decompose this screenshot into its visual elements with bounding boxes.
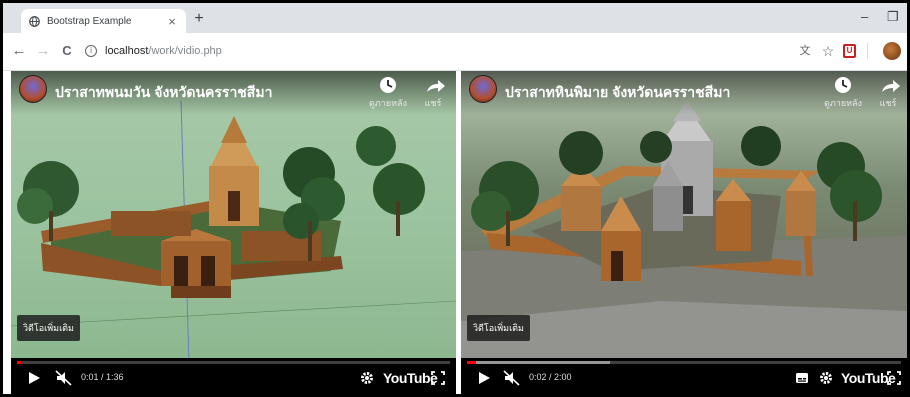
played-fill <box>467 361 476 364</box>
channel-avatar[interactable] <box>469 75 497 103</box>
more-videos-button[interactable]: วิดีโอเพิ่มเติม <box>17 315 80 341</box>
mute-icon[interactable] <box>503 370 521 386</box>
subtitles-icon[interactable] <box>795 370 809 386</box>
fullscreen-icon[interactable] <box>887 370 901 386</box>
buffer-fill <box>467 361 611 364</box>
new-tab-button[interactable]: + <box>191 11 207 27</box>
watch-later-label: ดูภายหลัง <box>824 98 862 108</box>
restore-button[interactable]: ❐ <box>887 9 899 25</box>
share-button[interactable]: แชร์ <box>866 75 907 110</box>
share-arrow-icon <box>427 80 445 92</box>
url-path: /work/vidio.php <box>148 45 222 57</box>
watch-later-label: ดูภายหลัง <box>369 98 407 108</box>
play-icon[interactable] <box>477 370 491 386</box>
fullscreen-icon[interactable] <box>431 370 445 386</box>
play-icon[interactable] <box>27 370 41 386</box>
progress-bar[interactable] <box>467 361 901 364</box>
share-label: แชร์ <box>424 98 442 108</box>
time-display: 0:01 / 1:36 <box>81 372 124 382</box>
bookmark-star-icon[interactable]: ☆ <box>821 44 835 58</box>
browser-window: Bootstrap Example × + – ❐ ← → C i localh… <box>0 0 910 397</box>
toolbar-divider <box>867 43 868 59</box>
share-label: แชร์ <box>879 98 897 108</box>
played-fill <box>17 361 22 364</box>
share-arrow-icon <box>882 80 900 92</box>
video-player-phimai[interactable]: ปราสาทหินพิมาย จังหวัดนครราชสีมา ดูภายหล… <box>461 71 907 394</box>
extension-icon[interactable]: U <box>843 44 856 58</box>
globe-icon <box>29 15 40 27</box>
share-button[interactable]: แชร์ <box>411 75 455 110</box>
clock-icon <box>380 77 396 93</box>
clock-icon <box>835 77 851 93</box>
browser-tab[interactable]: Bootstrap Example × <box>21 9 186 33</box>
profile-avatar[interactable] <box>883 42 901 60</box>
video-player-phanom-wan[interactable]: ปราสาทพนมวัน จังหวัดนครราชสีมา ดูภายหลัง… <box>11 71 456 394</box>
settings-gear-icon[interactable] <box>360 370 374 386</box>
tab-title: Bootstrap Example <box>47 15 132 27</box>
watch-later-button[interactable]: ดูภายหลัง <box>366 75 410 110</box>
tab-strip: Bootstrap Example × + – ❐ <box>3 3 907 33</box>
player-controls: 0:01 / 1:36 YouTube <box>11 358 456 394</box>
watch-later-button[interactable]: ดูภายหลัง <box>821 75 865 110</box>
reload-button[interactable]: C <box>59 43 75 59</box>
address-bar[interactable]: i localhost/work/vidio.php <box>85 40 385 62</box>
channel-avatar[interactable] <box>19 75 47 103</box>
info-icon[interactable]: i <box>85 45 97 57</box>
player-controls: 0:02 / 2:00 YouTube <box>461 358 907 394</box>
back-button[interactable]: ← <box>11 43 27 59</box>
settings-gear-icon[interactable] <box>819 370 833 386</box>
progress-bar[interactable] <box>17 361 450 364</box>
page-content: ปราสาทพนมวัน จังหวัดนครราชสีมา ดูภายหลัง… <box>3 71 907 394</box>
video-title[interactable]: ปราสาทหินพิมาย จังหวัดนครราชสีมา <box>505 82 730 104</box>
video-title[interactable]: ปราสาทพนมวัน จังหวัดนครราชสีมา <box>55 82 272 104</box>
more-videos-button[interactable]: วิดีโอเพิ่มเติม <box>467 315 530 341</box>
browser-toolbar: ← → C i localhost/work/vidio.php 文 ☆ U <box>3 33 907 71</box>
minimize-button[interactable]: – <box>861 9 868 25</box>
url-host: localhost <box>105 45 149 57</box>
forward-button[interactable]: → <box>35 43 51 59</box>
mute-icon[interactable] <box>55 370 73 386</box>
tab-close-icon[interactable]: × <box>166 14 178 29</box>
translate-icon[interactable]: 文 <box>798 44 812 58</box>
youtube-logo[interactable]: YouTube <box>383 370 438 386</box>
time-display: 0:02 / 2:00 <box>529 372 572 382</box>
